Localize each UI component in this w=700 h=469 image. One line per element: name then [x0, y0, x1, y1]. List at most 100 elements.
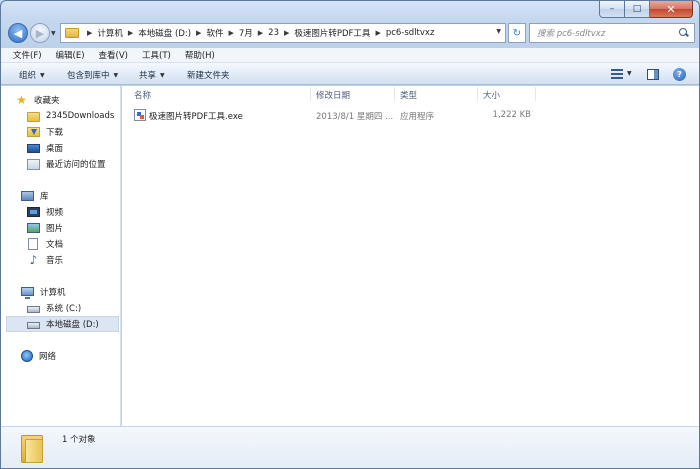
nav-item-label: 桌面 — [46, 144, 64, 154]
breadcrumb-drive-d[interactable]: 本地磁盘 (D:) — [138, 27, 191, 39]
chevron-right-icon[interactable]: ▶ — [370, 29, 385, 37]
nav-favorites[interactable]: ★ 收藏夹 — [1, 92, 121, 108]
chevron-right-icon[interactable]: ▶ — [223, 29, 238, 37]
drive-icon — [27, 322, 40, 329]
nav-item-recent-places[interactable]: 最近访问的位置 — [1, 156, 121, 172]
address-history-dropdown-icon[interactable]: ▼ — [496, 28, 501, 35]
chevron-right-icon[interactable]: ▶ — [279, 29, 294, 37]
back-button[interactable]: ◀ — [8, 23, 28, 43]
chevron-down-icon[interactable]: ▼ — [627, 70, 632, 77]
caption-buttons: – □ ✕ — [599, 1, 693, 18]
nav-item-drive-c[interactable]: 系统 (C:) — [1, 300, 121, 316]
nav-favorites-label: 收藏夹 — [34, 96, 60, 106]
menu-help[interactable]: 帮助(H) — [185, 49, 215, 61]
nav-item-music[interactable]: ♪ 音乐 — [1, 252, 121, 268]
nav-item-downloads[interactable]: 下载 — [1, 124, 121, 140]
chevron-down-icon: ▼ — [40, 71, 45, 79]
organize-label: 组织 — [19, 71, 37, 81]
menu-file[interactable]: 文件(F) — [13, 49, 42, 61]
nav-item-label: 最近访问的位置 — [46, 160, 106, 170]
menu-bar: 文件(F) 编辑(E) 查看(V) 工具(T) 帮助(H) — [1, 47, 699, 63]
address-bar[interactable]: ▶ 计算机 ▶ 本地磁盘 (D:) ▶ 软件 ▶ 7月 ▶ 23 ▶ 极速图片转… — [60, 23, 506, 43]
menu-tools[interactable]: 工具(T) — [142, 49, 171, 61]
column-header-type[interactable]: 类型 — [400, 89, 417, 101]
video-icon — [27, 207, 40, 217]
chevron-right-icon[interactable]: ▶ — [253, 29, 268, 37]
column-divider[interactable] — [394, 87, 395, 101]
nav-libraries[interactable]: 库 — [1, 188, 121, 204]
chevron-right-icon[interactable]: ▶ — [82, 29, 97, 37]
command-bar: 组织 ▼ 包含到库中 ▼ 共享 ▼ 新建文件夹 ▼ ? — [1, 63, 699, 85]
library-icon — [21, 191, 34, 201]
file-type: 应用程序 — [400, 112, 435, 122]
nav-libraries-label: 库 — [40, 192, 49, 202]
music-icon: ♪ — [29, 253, 38, 267]
column-divider[interactable] — [535, 87, 536, 101]
nav-computer[interactable]: 计算机 — [1, 284, 121, 300]
nav-network[interactable]: 网络 — [1, 348, 121, 364]
nav-item-drive-d[interactable]: 本地磁盘 (D:) — [6, 316, 119, 332]
file-name: 极速图片转PDF工具.exe — [149, 112, 243, 122]
download-folder-icon — [27, 127, 40, 137]
arrow-right-icon: ▶ — [35, 26, 45, 40]
breadcrumb-software[interactable]: 软件 — [206, 27, 223, 39]
application-icon — [134, 109, 146, 121]
nav-item-pictures[interactable]: 图片 — [1, 220, 121, 236]
refresh-icon: ↻ — [512, 27, 522, 39]
column-header-date[interactable]: 修改日期 — [316, 89, 350, 101]
nav-item-label: 音乐 — [46, 256, 64, 266]
nav-item-videos[interactable]: 视频 — [1, 204, 121, 220]
maximize-button[interactable]: □ — [625, 1, 650, 18]
file-list[interactable]: 名称 修改日期 类型 大小 极速图片转PDF工具.exe 2013/8/1 星期… — [122, 86, 699, 426]
column-header-name[interactable]: 名称 — [134, 89, 151, 101]
include-in-library-button[interactable]: 包含到库中 ▼ — [67, 69, 118, 81]
organize-button[interactable]: 组织 ▼ — [19, 69, 45, 81]
refresh-button[interactable]: ↻ — [508, 23, 526, 43]
breadcrumb-23[interactable]: 23 — [268, 28, 279, 38]
desktop-icon — [27, 144, 40, 153]
change-view-icon[interactable] — [611, 69, 623, 79]
navigation-pane: ★ 收藏夹 2345Downloads 下载 桌面 最近访问的位置 库 视频 图… — [1, 86, 121, 426]
nav-item-desktop[interactable]: 桌面 — [1, 140, 121, 156]
nav-item-label: 图片 — [46, 224, 64, 234]
address-row: ◀ ▶ ▼ ▶ 计算机 ▶ 本地磁盘 (D:) ▶ 软件 ▶ 7月 ▶ 23 ▶… — [6, 21, 695, 45]
minimize-button[interactable]: – — [599, 1, 625, 18]
menu-view[interactable]: 查看(V) — [99, 49, 128, 61]
new-folder-button[interactable]: 新建文件夹 — [187, 69, 230, 81]
breadcrumb-computer[interactable]: 计算机 — [97, 27, 123, 39]
chevron-right-icon[interactable]: ▶ — [191, 29, 206, 37]
search-input[interactable]: 搜索 pc6-sdltvxz — [529, 23, 695, 43]
new-folder-label: 新建文件夹 — [187, 71, 230, 81]
column-divider[interactable] — [477, 87, 478, 101]
breadcrumb-pdf-tool[interactable]: 极速图片转PDF工具 — [294, 27, 370, 39]
nav-network-label: 网络 — [39, 352, 57, 362]
search-icon[interactable] — [679, 28, 689, 38]
column-header-size[interactable]: 大小 — [483, 89, 500, 101]
breadcrumb-july[interactable]: 7月 — [239, 27, 253, 39]
file-size: 1,222 KB — [492, 110, 531, 120]
close-button[interactable]: ✕ — [650, 1, 693, 18]
include-in-library-label: 包含到库中 — [67, 71, 110, 81]
column-divider[interactable] — [310, 87, 311, 101]
share-button[interactable]: 共享 ▼ — [139, 69, 165, 81]
computer-icon — [21, 287, 34, 299]
preview-pane-icon[interactable] — [647, 69, 659, 80]
nav-item-label: 本地磁盘 (D:) — [46, 320, 99, 330]
breadcrumb-pc6-folder[interactable]: pc6-sdltvxz — [386, 28, 435, 38]
help-icon[interactable]: ? — [673, 68, 686, 81]
share-label: 共享 — [139, 71, 157, 81]
nav-item-label: 下载 — [46, 128, 64, 138]
menu-edit[interactable]: 编辑(E) — [56, 49, 85, 61]
chevron-right-icon[interactable]: ▶ — [123, 29, 138, 37]
file-date: 2013/8/1 星期四 ... — [316, 112, 394, 122]
forward-button[interactable]: ▶ — [30, 23, 50, 43]
column-header-row: 名称 修改日期 类型 大小 — [122, 86, 699, 103]
arrow-left-icon: ◀ — [13, 26, 23, 40]
item-count: 1 个对象 — [62, 435, 96, 445]
nav-item-documents[interactable]: 文档 — [1, 236, 121, 252]
nav-item-2345downloads[interactable]: 2345Downloads — [1, 108, 121, 124]
drive-icon — [27, 306, 40, 313]
recent-pages-dropdown-icon[interactable]: ▼ — [51, 30, 56, 37]
nav-item-label: 文档 — [46, 240, 64, 250]
file-row[interactable]: 极速图片转PDF工具.exe 2013/8/1 星期四 ... 应用程序 1,2… — [132, 106, 692, 124]
